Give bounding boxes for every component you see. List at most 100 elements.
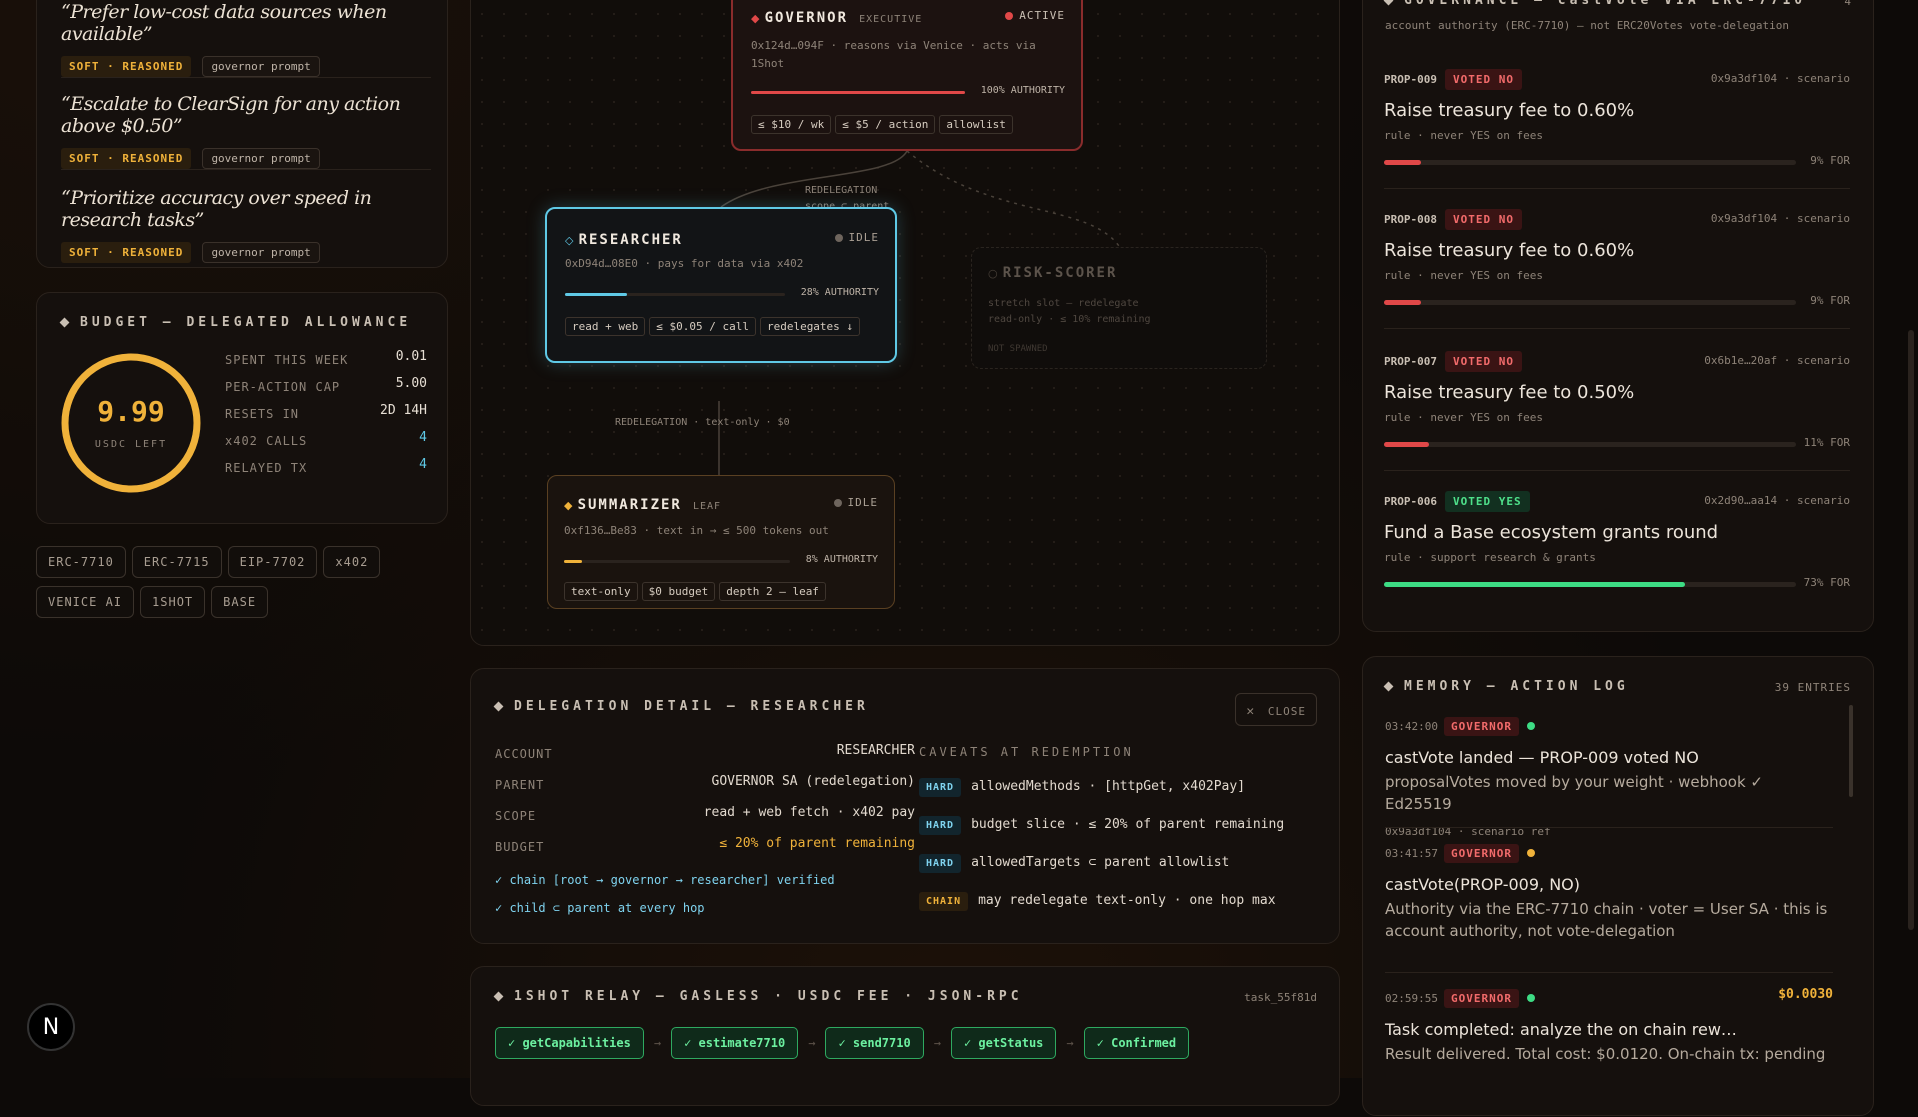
- node-desc: 0xD94d…08E0 · pays for data via x402: [565, 257, 804, 270]
- proposal-title: Raise treasury fee to 0.60%: [1384, 100, 1635, 121]
- for-bar-fill: [1384, 442, 1430, 447]
- vote-badge: VOTED YES: [1444, 491, 1530, 512]
- researcher-node[interactable]: ◇ RESEARCHER IDLE 0xD94d…08E0 · pays for…: [545, 207, 897, 363]
- tech-chips: ERC-7710 ERC-7715 EIP-7702 x402 VENICE AI 1SH…: [36, 546, 448, 626]
- actor-badge: GOVERNOR: [1443, 844, 1519, 863]
- nav-badge[interactable]: N: [27, 1003, 75, 1051]
- circle-outline-icon: ○: [988, 267, 998, 280]
- vote-badge: VOTED NO: [1444, 209, 1522, 230]
- budget-ring: 9.99 USDC LEFT: [59, 351, 203, 495]
- proposal-item[interactable]: PROP-007 VOTED NO 0x6b1e…20af · scenario Ra…: [1384, 350, 1850, 470]
- log-desc: Result delivered. Total cost: $0.0120. O…: [1385, 1045, 1826, 1063]
- summarizer-node[interactable]: ◆ SUMMARIZER LEAF IDLE 0xf136…Be83 · tex…: [547, 475, 895, 609]
- field-label: BUDGET: [495, 840, 545, 854]
- verification-checks: ✓ chain [root → governor → researcher] v…: [495, 873, 835, 929]
- caveat-text: budget slice · ≤ 20% of parent remaining: [971, 817, 1285, 832]
- status-dot: [1005, 12, 1014, 20]
- proposal-item[interactable]: PROP-009 VOTED NO 0x9a3df104 · scenario Rai…: [1384, 68, 1850, 188]
- page-scrollbar[interactable]: [1908, 330, 1914, 930]
- risk-scorer-node[interactable]: ○ RISK-SCORER stretch slot — redelegate r…: [971, 247, 1267, 369]
- budget-stats: SPENT THIS WEEK 0.01 PER-ACTION CAP 5.00 RES…: [225, 349, 427, 484]
- tech-chip: 1SHOT: [140, 586, 206, 618]
- node-tag: allowlist: [939, 115, 1013, 134]
- rules-card: “Prefer low-cost data sources when avail…: [36, 0, 448, 268]
- for-percent: 11% FOR: [1803, 436, 1850, 449]
- rule-item: “Prefer low-cost data sources when avail…: [61, 1, 431, 77]
- vote-badge: VOTED NO: [1444, 69, 1522, 90]
- relay-steps: ✓ getCapabilities → ✓ estimate7710 → ✓ send7…: [495, 1027, 1190, 1059]
- memory-card: MEMORY — ACTION LOG 39 ENTRIES 03:42:00 G…: [1362, 656, 1874, 1116]
- budget-stat-row: RESETS IN 2D 14H: [225, 403, 427, 430]
- memory-scrollbar[interactable]: [1849, 705, 1853, 797]
- detail-title: DELEGATION DETAIL — RESEARCHER: [493, 699, 869, 714]
- soft-reasoned-badge: SOFT · REASONED: [61, 148, 192, 169]
- relay-step[interactable]: ✓ getCapabilities: [495, 1027, 644, 1059]
- proposal-title: Fund a Base ecosystem grants round: [1384, 522, 1719, 543]
- proposal-item[interactable]: PROP-006 VOTED YES 0x2d90…aa14 · scenario F…: [1384, 490, 1850, 610]
- tech-chip: EIP-7702: [227, 546, 318, 578]
- proposal-id: PROP-009: [1384, 73, 1437, 86]
- stat-label: SPENT THIS WEEK: [225, 353, 349, 367]
- divider: [1384, 470, 1850, 471]
- rule-item: “Prioritize accuracy over speed in resea…: [61, 187, 431, 263]
- node-title: RESEARCHER: [578, 232, 683, 248]
- status-dot: [1526, 721, 1535, 730]
- stat-value: 4: [419, 457, 427, 472]
- check-item: ✓ child ⊂ parent at every hop: [495, 901, 705, 915]
- rule-quote: “Escalate to ClearSign for any action ab…: [61, 93, 401, 137]
- proposal-rule: rule · never YES on fees: [1384, 129, 1543, 142]
- proposal-ref: 0x9a3df104 · scenario: [1710, 212, 1850, 225]
- status-badge: IDLE: [833, 496, 879, 509]
- entry-count: 39 ENTRIES: [1774, 681, 1851, 694]
- authority-label: 100% AUTHORITY: [980, 85, 1065, 96]
- relay-step[interactable]: ✓ send7710: [825, 1027, 924, 1059]
- node-tag: ≤ $5 / action: [835, 115, 936, 134]
- caveat-kind-badge: CHAIN: [919, 892, 969, 911]
- governance-title: GOVERNANCE — castVote VIA ERC-7710: [1383, 0, 1806, 8]
- node-tag: redelegates ↓: [759, 317, 861, 336]
- budget-unit: USDC LEFT: [94, 439, 168, 450]
- proposal-header: PROP-008 VOTED NO 0x9a3df104 · scenario: [1384, 208, 1850, 230]
- caveat-row: HARD budget slice · ≤ 20% of parent remai…: [919, 813, 1284, 851]
- log-entry[interactable]: 03:42:00 GOVERNOR castVote landed — PROP-0…: [1385, 715, 1833, 838]
- status-dot: [833, 499, 842, 507]
- for-bar: [1384, 300, 1796, 305]
- for-bar: [1384, 582, 1796, 587]
- n-logo-icon: N: [42, 1014, 60, 1040]
- tech-chip: VENICE AI: [36, 586, 135, 618]
- relay-step[interactable]: ✓ getStatus: [950, 1027, 1057, 1059]
- field-value: ≤ 20% of parent remaining: [719, 836, 915, 851]
- log-title: castVote landed — PROP-009 voted NO: [1385, 748, 1699, 767]
- governor-node[interactable]: ◆ GOVERNOR EXECUTIVE ACTIVE 0x124d…094F …: [731, 0, 1083, 151]
- node-tag: text-only: [564, 582, 638, 601]
- diamond-icon: [59, 317, 70, 328]
- caveat-row: HARD allowedTargets ⊂ parent allowlist: [919, 851, 1284, 889]
- for-bar-fill: [1384, 160, 1422, 165]
- log-entry[interactable]: 03:41:57 GOVERNOR castVote(PROP-009, NO) Au…: [1385, 827, 1833, 972]
- close-button[interactable]: ✕ CLOSE: [1235, 693, 1317, 726]
- tech-chip: ERC-7715: [131, 546, 222, 578]
- node-subtitle: LEAF: [692, 501, 722, 512]
- proposal-ref: 0x9a3df104 · scenario: [1710, 72, 1850, 85]
- status-dot: [834, 234, 843, 242]
- log-desc: proposalVotes moved by your weight · web…: [1385, 773, 1764, 813]
- relay-step[interactable]: ✓ Confirmed: [1083, 1027, 1190, 1059]
- authority-bar: [564, 560, 790, 563]
- node-title: RISK-SCORER: [1002, 265, 1118, 281]
- rule-item: “Escalate to ClearSign for any action ab…: [61, 93, 431, 169]
- proposal-item[interactable]: PROP-008 VOTED NO 0x9a3df104 · scenario Rai…: [1384, 208, 1850, 328]
- relay-step[interactable]: ✓ estimate7710: [671, 1027, 799, 1059]
- for-bar: [1384, 442, 1796, 447]
- soft-reasoned-badge: SOFT · REASONED: [61, 242, 192, 263]
- field-value: GOVERNOR SA (redelegation): [711, 774, 916, 789]
- budget-card: BUDGET — DELEGATED ALLOWANCE 9.99 USDC L…: [36, 292, 448, 524]
- proposal-count: 4: [1844, 0, 1851, 8]
- log-time: 02:59:55: [1385, 992, 1438, 1005]
- budget-amount: 9.99: [97, 395, 165, 428]
- caveat-text: may redelegate text-only · one hop max: [978, 893, 1276, 908]
- log-entry[interactable]: 02:59:55 GOVERNOR $0.0030 Task completed: a…: [1385, 972, 1833, 1117]
- rule-quote: “Prioritize accuracy over speed in resea…: [61, 187, 372, 231]
- relay-card: 1SHOT RELAY — GASLESS · USDC FEE · JSON-…: [470, 966, 1340, 1106]
- actor-badge: GOVERNOR: [1443, 989, 1519, 1008]
- proposal-ref: 0x2d90…aa14 · scenario: [1704, 494, 1850, 507]
